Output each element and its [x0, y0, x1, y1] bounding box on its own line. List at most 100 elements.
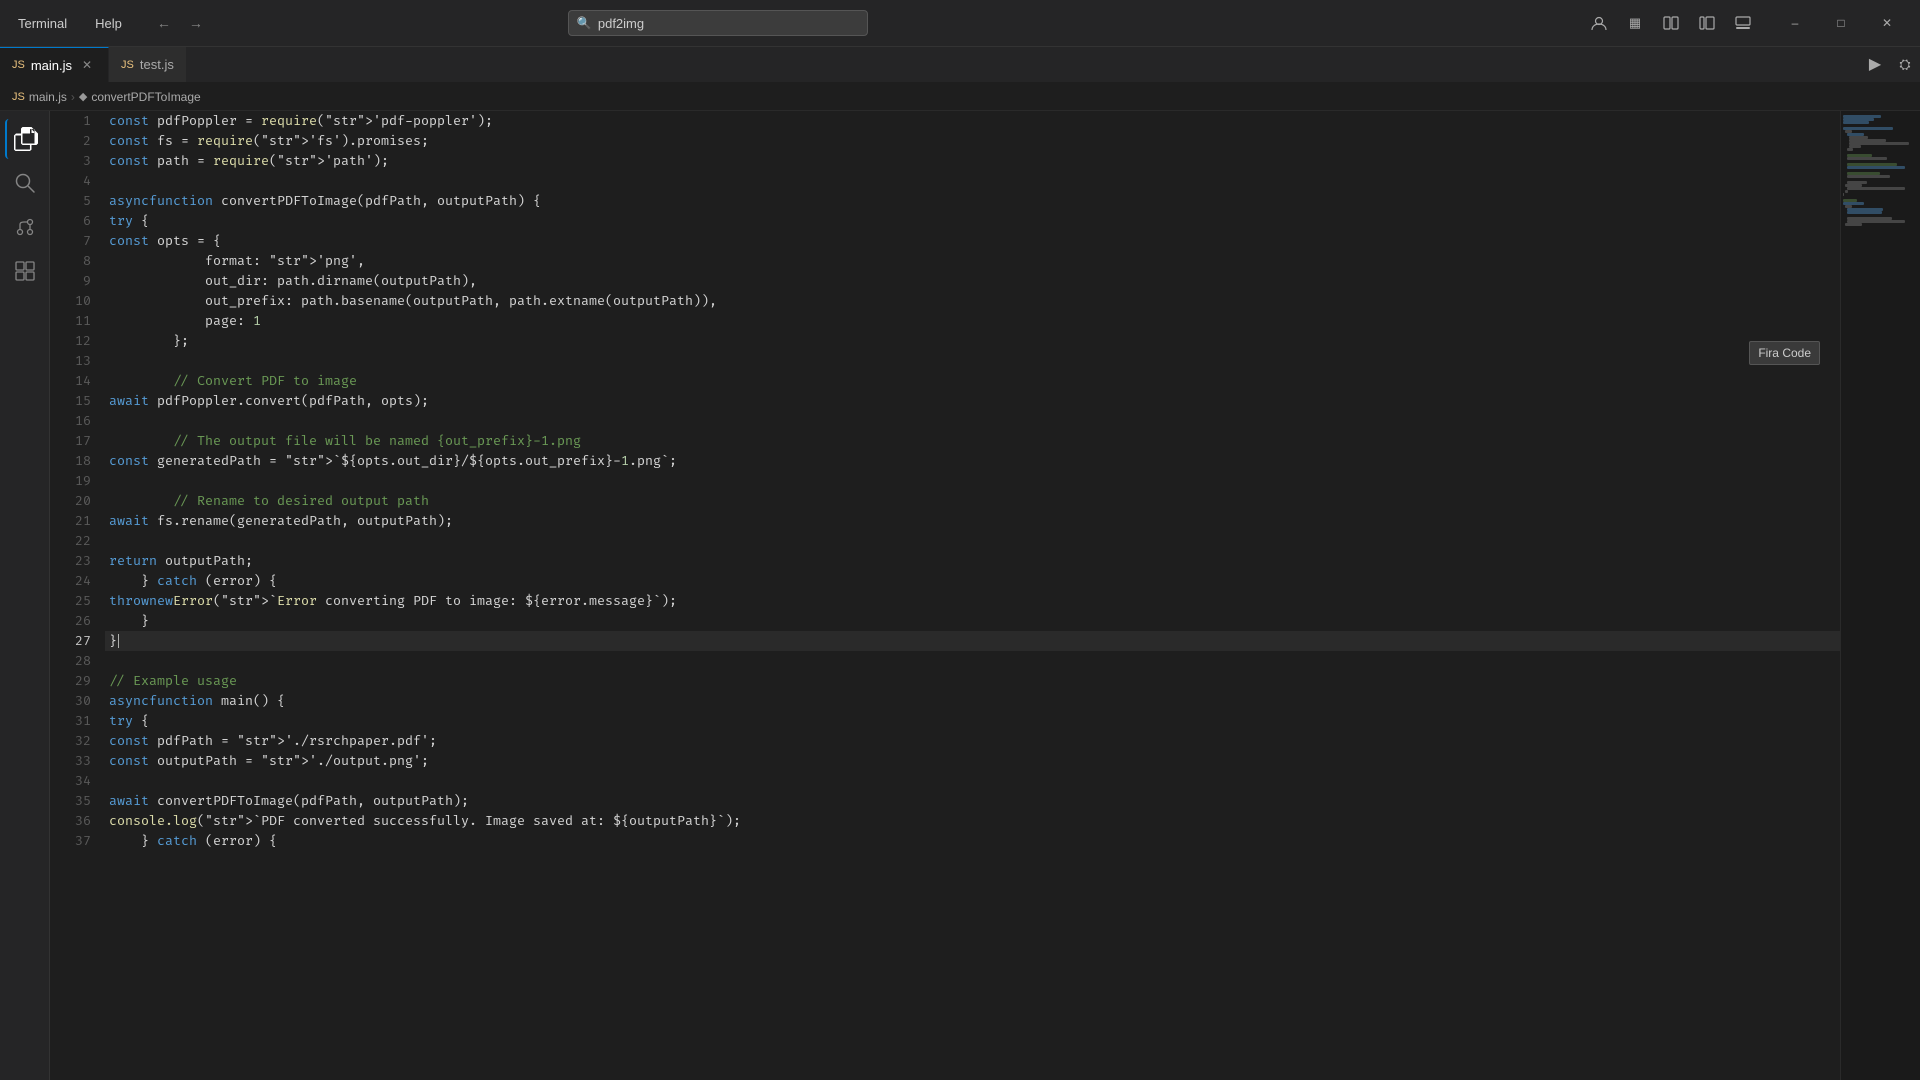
line-number: 34: [50, 771, 91, 791]
code-line[interactable]: [105, 771, 1840, 791]
code-line[interactable]: async function main() {: [105, 691, 1840, 711]
code-line[interactable]: console.log("str">`PDF converted success…: [105, 811, 1840, 831]
minimap-line: [1845, 190, 1848, 193]
code-editor[interactable]: 1234567891011121314151617181920212223242…: [50, 111, 1920, 1080]
line-number: 16: [50, 411, 91, 431]
code-line[interactable]: // Convert PDF to image: [105, 371, 1840, 391]
line-number: 10: [50, 291, 91, 311]
accounts-button[interactable]: [1584, 8, 1614, 38]
line-number: 18: [50, 451, 91, 471]
code-line[interactable]: const generatedPath = "str">`${opts.out_…: [105, 451, 1840, 471]
code-line[interactable]: const opts = {: [105, 231, 1840, 251]
code-line[interactable]: [105, 351, 1840, 371]
code-content[interactable]: const pdfPoppler = require("str">'pdf-po…: [105, 111, 1840, 1080]
line-number: 5: [50, 191, 91, 211]
title-bar: Terminal Help ← → 🔍 ▦: [0, 0, 1920, 47]
code-line[interactable]: } catch (error) {: [105, 831, 1840, 851]
code-line[interactable]: async function convertPDFToImage(pdfPath…: [105, 191, 1840, 211]
line-number: 20: [50, 491, 91, 511]
minimap-line: [1847, 166, 1905, 169]
line-number: 29: [50, 671, 91, 691]
activity-explorer[interactable]: [5, 119, 45, 159]
layout-button[interactable]: ▦: [1620, 8, 1650, 38]
line-number: 26: [50, 611, 91, 631]
code-line[interactable]: await fs.rename(generatedPath, outputPat…: [105, 511, 1840, 531]
code-line[interactable]: const fs = require("str">'fs').promises;: [105, 131, 1840, 151]
minimize-button[interactable]: –: [1772, 0, 1818, 47]
line-number: 14: [50, 371, 91, 391]
code-line[interactable]: [105, 531, 1840, 551]
menu-terminal[interactable]: Terminal: [10, 0, 75, 47]
code-line[interactable]: out_dir: path.dirname(outputPath),: [105, 271, 1840, 291]
line-number: 1: [50, 111, 91, 131]
tab-js-icon-main: JS: [12, 59, 25, 71]
code-line[interactable]: const pdfPoppler = require("str">'pdf-po…: [105, 111, 1840, 131]
minimap: [1840, 111, 1920, 1080]
breadcrumb-separator: ›: [71, 90, 75, 104]
minimap-line: [1847, 148, 1853, 151]
breadcrumb: JS main.js › ◆ convertPDFToImage: [0, 83, 1920, 111]
breadcrumb-function[interactable]: convertPDFToImage: [91, 90, 200, 104]
code-line[interactable]: }: [105, 611, 1840, 631]
nav-back-button[interactable]: ←: [150, 9, 178, 37]
code-line[interactable]: };: [105, 331, 1840, 351]
split-editor-button[interactable]: [1656, 8, 1686, 38]
code-line[interactable]: // The output file will be named {out_pr…: [105, 431, 1840, 451]
menu-help[interactable]: Help: [87, 0, 130, 47]
minimap-line: [1845, 223, 1862, 226]
tab-main-js-close[interactable]: ✕: [78, 56, 96, 74]
minimap-line: [1847, 211, 1882, 214]
close-button[interactable]: ✕: [1864, 0, 1910, 47]
line-number: 22: [50, 531, 91, 551]
tab-test-js[interactable]: JS test.js: [109, 47, 187, 82]
search-bar[interactable]: 🔍: [568, 10, 868, 36]
sidebar-toggle-button[interactable]: [1692, 8, 1722, 38]
activity-extensions[interactable]: [5, 251, 45, 291]
code-line[interactable]: const pdfPath = "str">'./rsrchpaper.pdf'…: [105, 731, 1840, 751]
code-line[interactable]: [105, 471, 1840, 491]
code-line[interactable]: await pdfPoppler.convert(pdfPath, opts);: [105, 391, 1840, 411]
maximize-button[interactable]: □: [1818, 0, 1864, 47]
nav-forward-button[interactable]: →: [182, 9, 210, 37]
search-input[interactable]: [598, 16, 859, 31]
code-line[interactable]: out_prefix: path.basename(outputPath, pa…: [105, 291, 1840, 311]
code-line[interactable]: await convertPDFToImage(pdfPath, outputP…: [105, 791, 1840, 811]
minimap-content: [1841, 111, 1920, 1080]
tab-js-icon-test: JS: [121, 59, 134, 71]
line-number: 28: [50, 651, 91, 671]
line-number: 25: [50, 591, 91, 611]
code-line[interactable]: } catch (error) {: [105, 571, 1840, 591]
line-number: 9: [50, 271, 91, 291]
debug-run-button[interactable]: ⛭: [1890, 46, 1920, 82]
breadcrumb-fn-icon: ◆: [79, 90, 87, 103]
line-number: 6: [50, 211, 91, 231]
code-line[interactable]: [105, 411, 1840, 431]
code-line[interactable]: try {: [105, 211, 1840, 231]
code-line[interactable]: const path = require("str">'path');: [105, 151, 1840, 171]
code-line[interactable]: [105, 171, 1840, 191]
tab-test-js-label: test.js: [140, 57, 174, 72]
run-button[interactable]: ▶: [1860, 46, 1890, 82]
code-line[interactable]: }: [105, 631, 1840, 651]
breadcrumb-icon: JS: [12, 91, 25, 103]
code-line[interactable]: page: 1: [105, 311, 1840, 331]
minimap-line: [1847, 187, 1905, 190]
tab-main-js[interactable]: JS main.js ✕: [0, 47, 109, 82]
activity-search[interactable]: [5, 163, 45, 203]
breadcrumb-main-js[interactable]: main.js: [29, 90, 67, 104]
code-line[interactable]: throw new Error("str">`Error converting …: [105, 591, 1840, 611]
code-line[interactable]: format: "str">'png',: [105, 251, 1840, 271]
line-number: 15: [50, 391, 91, 411]
code-line[interactable]: const outputPath = "str">'./output.png';: [105, 751, 1840, 771]
line-number: 35: [50, 791, 91, 811]
code-line[interactable]: try {: [105, 711, 1840, 731]
activity-git[interactable]: [5, 207, 45, 247]
code-line[interactable]: return outputPath;: [105, 551, 1840, 571]
code-line[interactable]: [105, 651, 1840, 671]
line-number: 7: [50, 231, 91, 251]
code-line[interactable]: // Example usage: [105, 671, 1840, 691]
line-number: 36: [50, 811, 91, 831]
code-line[interactable]: // Rename to desired output path: [105, 491, 1840, 511]
panel-toggle-button[interactable]: [1728, 8, 1758, 38]
tab-bar: JS main.js ✕ JS test.js ▶ ⛭: [0, 47, 1920, 83]
